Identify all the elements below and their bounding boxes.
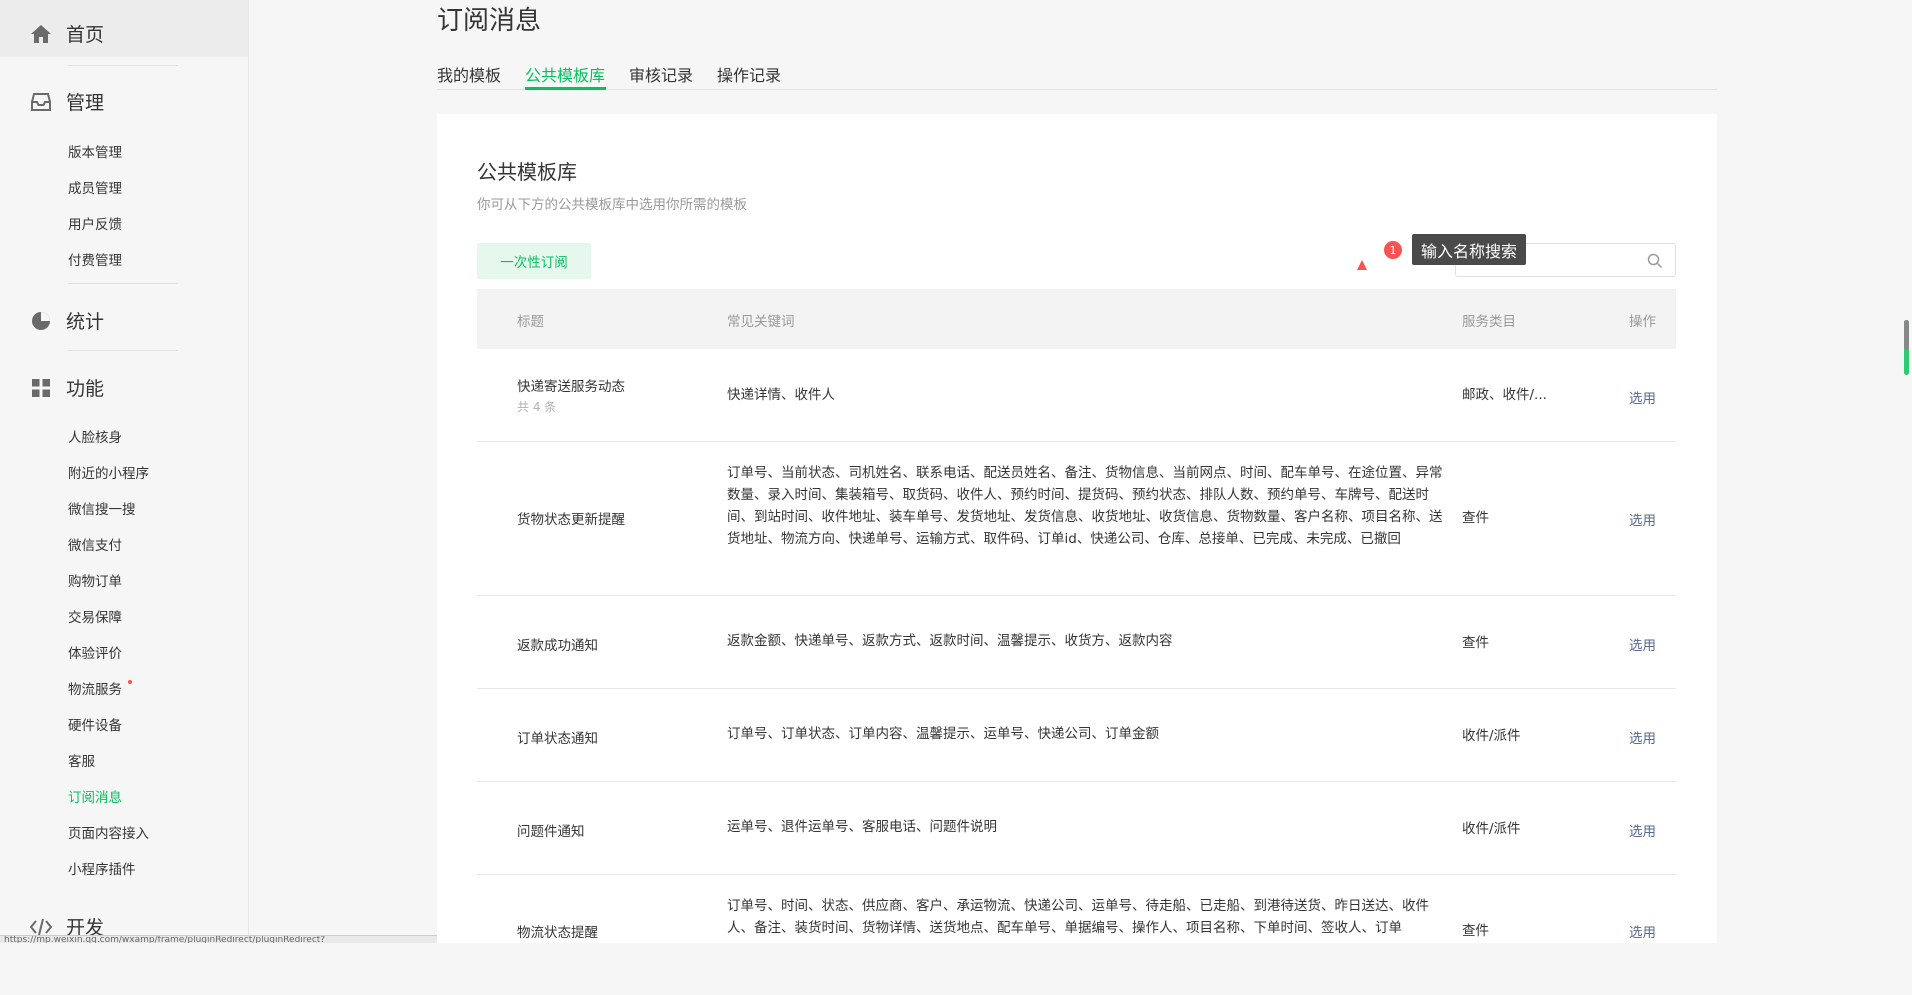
sidebar-item-version[interactable]: 版本管理 [68, 141, 122, 161]
pointer-marker-icon [1357, 260, 1367, 270]
tab-my-templates[interactable]: 我的模板 [437, 62, 501, 86]
row-keywords: 订单号、时间、状态、供应商、客户、承运物流、快递公司、运单号、待走船、已走船、到… [727, 898, 1429, 936]
sidebar-item-feedback[interactable]: 用户反馈 [68, 213, 122, 233]
row-service: 收件/派件 [1462, 821, 1521, 837]
sidebar-item-pay[interactable]: 微信支付 [68, 534, 122, 554]
select-link[interactable]: 选用 [1629, 509, 1656, 529]
table-row: 快递寄送服务动态 共 4 条 快递详情、收件人 邮政、收件/... 选用 [477, 349, 1676, 442]
sidebar-item-review[interactable]: 体验评价 [68, 642, 122, 662]
row-service: 查件 [1462, 635, 1489, 651]
select-link[interactable]: 选用 [1629, 820, 1656, 840]
sidebar-item-face[interactable]: 人脸核身 [68, 426, 122, 446]
active-tab-indicator [525, 87, 606, 90]
select-link[interactable]: 选用 [1629, 727, 1656, 747]
scrollbar-thumb-top [1904, 320, 1909, 350]
sidebar-item-guarantee[interactable]: 交易保障 [68, 606, 122, 626]
row-service: 查件 [1462, 510, 1489, 526]
sidebar-item-nearby[interactable]: 附近的小程序 [68, 462, 149, 482]
header-keywords: 常见关键词 [727, 314, 795, 330]
new-dot [128, 680, 132, 684]
tab-operation-records[interactable]: 操作记录 [717, 62, 781, 86]
sidebar-divider [68, 65, 178, 66]
sidebar-item-members[interactable]: 成员管理 [68, 177, 122, 197]
row-keywords: 订单号、订单状态、订单内容、温馨提示、运单号、快递公司、订单金额 [727, 726, 1159, 742]
sidebar-item-plugin[interactable]: 小程序插件 [68, 858, 136, 878]
sidebar-item-service[interactable]: 客服 [68, 750, 95, 770]
select-link[interactable]: 选用 [1629, 921, 1656, 941]
pie-chart-icon [30, 310, 52, 332]
card-title: 公共模板库 [477, 160, 577, 184]
page-title: 订阅消息 [437, 6, 542, 36]
template-table: 标题 常见关键词 服务类目 操作 快递寄送服务动态 共 4 条 快递详情、收件人… [477, 289, 1676, 995]
card-subtitle: 你可从下方的公共模板库中选用你所需的模板 [477, 197, 747, 213]
row-service: 查件 [1462, 923, 1489, 939]
sidebar-section-features[interactable]: 功能 [30, 374, 104, 401]
row-service: 收件/派件 [1462, 728, 1521, 744]
sidebar-stats-label: 统计 [66, 311, 105, 333]
sidebar-item-search[interactable]: 微信搜一搜 [68, 498, 136, 518]
row-title: 物流状态提醒 [517, 925, 598, 941]
row-title: 返款成功通知 [517, 638, 598, 654]
header-title: 标题 [517, 314, 544, 330]
sidebar-divider [68, 283, 178, 284]
sidebar-section-manage[interactable]: 管理 [30, 88, 104, 115]
header-action: 操作 [1629, 314, 1656, 330]
table-row: 订单状态通知 订单号、订单状态、订单内容、温馨提示、运单号、快递公司、订单金额 … [477, 689, 1676, 782]
sidebar-features-label: 功能 [66, 378, 105, 400]
row-title: 订单状态通知 [517, 731, 598, 747]
sidebar-section-stats[interactable]: 统计 [30, 307, 104, 334]
inbox-icon [30, 91, 52, 113]
sidebar-divider [68, 350, 178, 351]
sidebar-manage-label: 管理 [66, 92, 105, 114]
select-link[interactable]: 选用 [1629, 387, 1656, 407]
sidebar-item-hardware[interactable]: 硬件设备 [68, 714, 122, 734]
sidebar-item-billing[interactable]: 付费管理 [68, 249, 122, 269]
row-title: 货物状态更新提醒 [517, 512, 625, 528]
sidebar-home-label: 首页 [66, 24, 105, 46]
row-keywords: 返款金额、快递单号、返款方式、返款时间、温馨提示、收货方、返款内容 [727, 633, 1173, 649]
row-keywords: 运单号、退件运单号、客服电话、问题件说明 [727, 819, 997, 835]
table-row: 物流状态提醒 订单号、时间、状态、供应商、客户、承运物流、快递公司、运单号、待走… [477, 875, 1676, 995]
row-keywords: 订单号、当前状态、司机姓名、联系电话、配送员姓名、备注、货物信息、当前网点、时间… [727, 465, 1443, 547]
row-title: 快递寄送服务动态 [517, 379, 625, 395]
tab-review-records[interactable]: 审核记录 [629, 62, 693, 86]
sidebar-item-logistics[interactable]: 物流服务 [68, 678, 122, 698]
select-link[interactable]: 选用 [1629, 634, 1656, 654]
table-row: 问题件通知 运单号、退件运单号、客服电话、问题件说明 收件/派件 选用 [477, 782, 1676, 875]
search-tooltip: 输入名称搜索 [1412, 234, 1526, 265]
row-service: 邮政、收件/... [1462, 387, 1547, 403]
row-title: 问题件通知 [517, 824, 585, 840]
sidebar-item-subscribe[interactable]: 订阅消息 [68, 786, 122, 806]
status-bar-url: https://mp.weixin.qq.com/wxamp/frame/plu… [0, 935, 466, 943]
search-icon[interactable] [1647, 253, 1663, 273]
header-service: 服务类目 [1462, 314, 1516, 330]
table-header: 标题 常见关键词 服务类目 操作 [477, 289, 1676, 349]
sidebar-item-content[interactable]: 页面内容接入 [68, 822, 149, 842]
tab-public-library[interactable]: 公共模板库 [525, 62, 605, 86]
row-keywords: 快递详情、收件人 [727, 387, 835, 403]
step-badge: 1 [1384, 241, 1402, 259]
table-row: 返款成功通知 返款金额、快递单号、返款方式、返款时间、温馨提示、收货方、返款内容… [477, 596, 1676, 689]
home-icon [30, 23, 52, 45]
row-count: 共 4 条 [517, 400, 557, 414]
grid-icon [30, 377, 52, 399]
tab-bar: 我的模板 公共模板库 审核记录 操作记录 [437, 58, 1717, 90]
scrollbar[interactable] [1903, 0, 1909, 943]
sidebar-item-orders[interactable]: 购物订单 [68, 570, 122, 590]
sidebar: 首页 管理 版本管理 成员管理 用户反馈 付费管理 统计 功能 人脸核身 附近的… [0, 0, 249, 943]
table-row: 货物状态更新提醒 订单号、当前状态、司机姓名、联系电话、配送员姓名、备注、货物信… [477, 442, 1676, 596]
sidebar-item-home-row[interactable]: 首页 [30, 20, 104, 47]
one-time-subscribe-button[interactable]: 一次性订阅 [477, 243, 591, 279]
